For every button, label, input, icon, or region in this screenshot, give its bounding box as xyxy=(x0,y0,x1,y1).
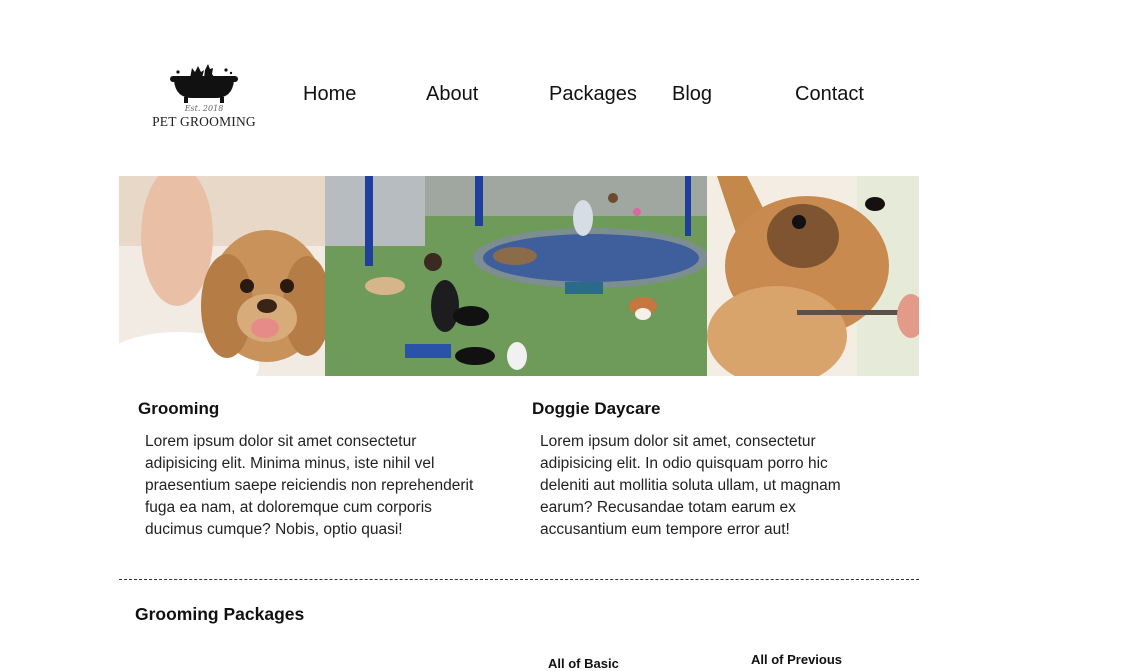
packages-title: Grooming Packages xyxy=(135,604,305,624)
package-label-previous: All of Previous xyxy=(751,652,843,667)
section-divider xyxy=(119,579,919,580)
nav-about[interactable]: About xyxy=(426,83,478,106)
nav-packages[interactable]: Packages xyxy=(549,83,637,106)
package-label-basic: All of Basic xyxy=(548,656,619,671)
hero-banner xyxy=(119,176,919,376)
brand-logo[interactable]: Est. 2018 PET GROOMING xyxy=(148,58,260,134)
logo-name: PET GROOMING xyxy=(152,114,256,129)
yorkie-haircut-photo xyxy=(707,176,919,376)
logo-est: Est. 2018 xyxy=(184,104,224,113)
service-text-grooming: Lorem ipsum dolor sit amet consectetur a… xyxy=(145,433,474,538)
nav-contact[interactable]: Contact xyxy=(795,83,864,106)
bathtub-dog-icon xyxy=(170,64,238,103)
service-text-daycare: Lorem ipsum dolor sit amet, consectetur … xyxy=(540,433,841,538)
service-title-grooming: Grooming xyxy=(138,399,220,418)
nav-blog[interactable]: Blog xyxy=(672,83,712,106)
dog-park-fountain-photo xyxy=(325,176,707,376)
wet-puppy-photo xyxy=(119,176,325,376)
nav-home[interactable]: Home xyxy=(303,83,356,106)
service-title-daycare: Doggie Daycare xyxy=(532,399,661,418)
